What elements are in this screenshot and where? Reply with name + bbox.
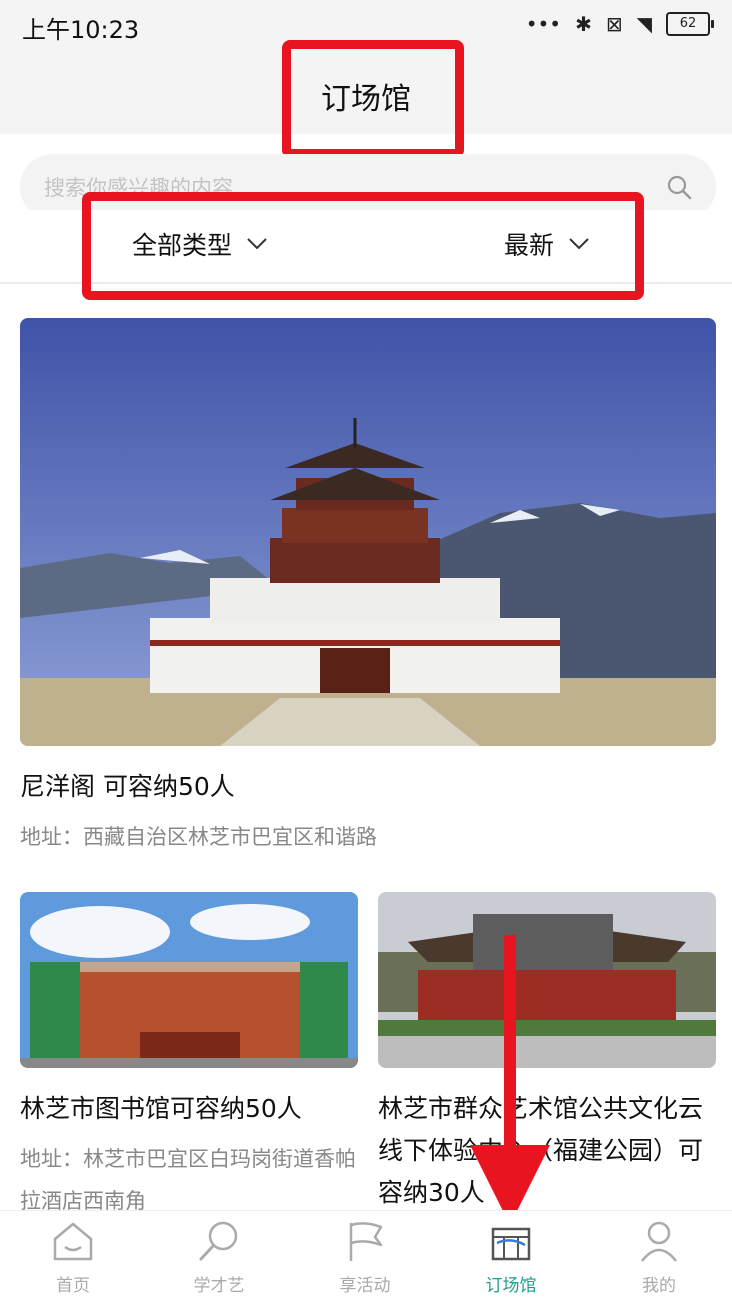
tab-label: 学才艺 (193, 1276, 245, 1296)
status-icons: ••• ✱ ⊠ ◥ 62 (525, 12, 714, 36)
battery-indicator: 62 (666, 12, 714, 36)
magnifier-icon (199, 1221, 238, 1261)
sort-filter-label: 最新 (504, 231, 555, 260)
venue-address: 地址：西藏自治区林芝市巴宜区和谐路 (20, 825, 377, 849)
tab-venues[interactable]: 订场馆 (456, 1211, 566, 1305)
venue-icon (491, 1227, 531, 1261)
type-filter-label: 全部类型 (132, 231, 233, 260)
venue-image-art-center[interactable] (378, 892, 716, 1068)
tab-label: 享活动 (339, 1276, 391, 1296)
venue-title[interactable]: 林芝市图书馆可容纳50人 (20, 1088, 358, 1130)
status-time: 上午10:23 (22, 16, 140, 44)
bluetooth-icon: ✱ (575, 12, 592, 36)
sim-off-icon: ⊠ (605, 12, 623, 36)
chevron-down-icon (569, 238, 589, 250)
tab-learn[interactable]: 学才艺 (164, 1211, 274, 1305)
venue-title[interactable]: 林芝市群众艺术馆公共文化云线下体验中心（福建公园）可容纳30人 (378, 1088, 716, 1214)
signal-dots-icon: ••• (525, 12, 562, 36)
wifi-icon: ◥ (636, 12, 652, 36)
venue-image-niyang[interactable] (20, 318, 716, 746)
venue-image-library[interactable] (20, 892, 358, 1068)
chevron-down-icon (247, 238, 267, 250)
filter-bar: 全部类型 最新 (0, 210, 732, 284)
tab-activities[interactable]: 享活动 (310, 1211, 420, 1305)
page-title: 订场馆 (321, 82, 411, 117)
header: 订场馆 (0, 54, 732, 134)
status-bar: 上午10:23 ••• ✱ ⊠ ◥ 62 (0, 0, 732, 54)
tab-label: 订场馆 (485, 1276, 537, 1296)
home-icon (53, 1222, 93, 1261)
tab-label: 我的 (642, 1276, 676, 1296)
person-icon (641, 1221, 677, 1262)
sort-filter-dropdown[interactable]: 最新 (504, 226, 590, 262)
tab-profile[interactable]: 我的 (604, 1211, 714, 1305)
tab-home[interactable]: 首页 (18, 1211, 128, 1305)
tab-label: 首页 (56, 1276, 90, 1296)
type-filter-dropdown[interactable]: 全部类型 (132, 226, 268, 262)
venue-title[interactable]: 尼洋阁 可容纳50人 (20, 766, 716, 808)
search-icon[interactable] (666, 174, 692, 200)
flag-icon (349, 1222, 383, 1261)
bottom-tab-bar: 首页 学才艺 享活动 订场馆 我的 (0, 1210, 732, 1305)
